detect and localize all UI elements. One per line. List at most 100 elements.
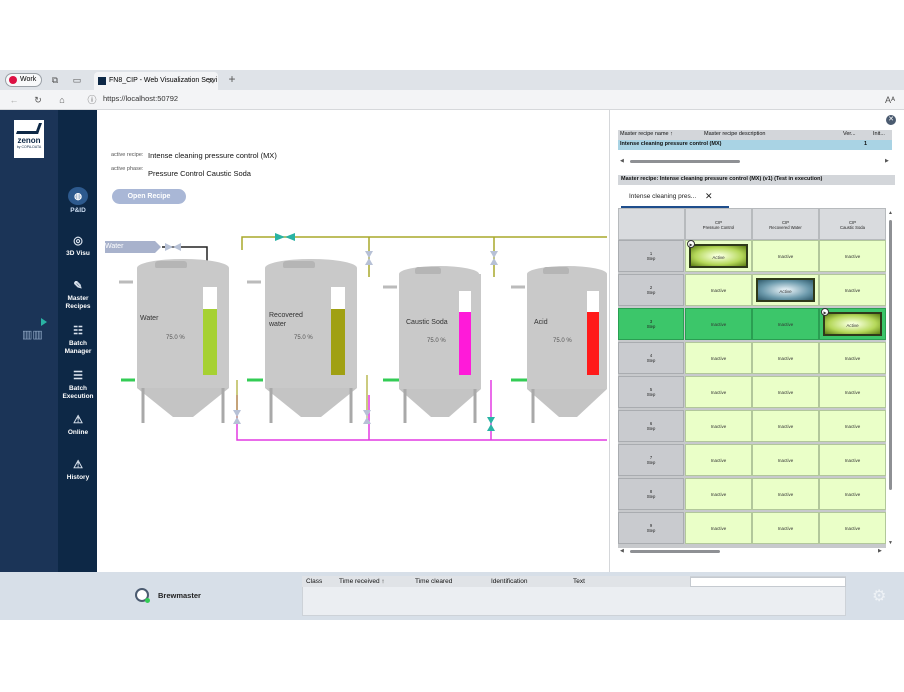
active-recipe-label: active recipe:	[111, 152, 144, 158]
profile-chip[interactable]: Work	[5, 73, 42, 87]
close-tab-icon[interactable]: ✕	[205, 74, 217, 88]
new-tab-icon[interactable]: +	[225, 72, 239, 86]
grid-cell[interactable]: Inactive	[752, 478, 819, 510]
col-header-version[interactable]: Ver...	[843, 131, 856, 137]
scroll-thumb[interactable]	[630, 160, 740, 163]
sidebar-item-batch-execution[interactable]: ☰ Batch Execution	[58, 370, 98, 401]
url-field[interactable]: https://localhost:50792	[103, 94, 178, 103]
user-avatar-icon[interactable]	[135, 588, 150, 603]
grid-cell[interactable]: Inactive	[685, 478, 752, 510]
alarm-filter-input[interactable]	[690, 577, 846, 587]
grid-row-header[interactable]: 6 Step	[618, 410, 684, 442]
open-recipe-button[interactable]: Open Recipe	[112, 189, 186, 204]
col-header-init[interactable]: Init...	[873, 131, 885, 137]
site-info-icon[interactable]: ⓘ	[86, 93, 98, 107]
active-step-box[interactable]: Active	[689, 244, 748, 268]
grid-cell[interactable]: Active ▶	[819, 308, 886, 340]
grid-cell[interactable]: Inactive	[685, 342, 752, 374]
vertical-scrollbar[interactable]: ▲ ▼	[887, 208, 894, 548]
sidebar-item-label: Batch Manager	[64, 340, 92, 355]
tab-actions-icon[interactable]: ⧉	[48, 73, 62, 87]
hscroll-thumb[interactable]	[630, 550, 720, 553]
close-tab-x-icon[interactable]: ✕	[705, 191, 713, 202]
grid-cell[interactable]: Inactive	[819, 342, 886, 374]
alarm-col-identification[interactable]: Identification	[491, 578, 528, 585]
vscroll-thumb[interactable]	[889, 220, 892, 490]
sidebar-item-online[interactable]: ⚠ Online	[58, 414, 98, 437]
username: Brewmaster	[158, 591, 201, 600]
grid-cell[interactable]: Inactive	[752, 444, 819, 476]
online-icon: ⚠	[73, 414, 83, 426]
read-aloud-icon[interactable]: Aᴬ	[883, 93, 897, 107]
collapse-arrow-icon[interactable]	[41, 318, 47, 326]
grid-row-header[interactable]: 5 Step	[618, 376, 684, 408]
hscroll-left-icon[interactable]: ◀	[620, 548, 624, 554]
grid-cell[interactable]: Inactive	[685, 274, 752, 306]
horizontal-scrollbar-top[interactable]: ◀ ▶	[618, 158, 892, 165]
alarm-col-time-cleared[interactable]: Time cleared	[415, 578, 452, 585]
vscroll-up-icon[interactable]: ▲	[888, 210, 893, 216]
sidebar-item-batch-manager[interactable]: ☷ Batch Manager	[58, 325, 98, 356]
active-step-box[interactable]: Active	[823, 312, 882, 336]
reload-icon[interactable]: ↻	[32, 93, 44, 107]
grid-row-header[interactable]: 8 Step	[618, 478, 684, 510]
grid-row-header[interactable]: 3 Step	[618, 308, 684, 340]
browser-tab-active[interactable]: FN8_CIP - Web Visualization Servi	[94, 72, 218, 90]
user-online-dot	[145, 598, 150, 603]
sidebar-item-pid[interactable]: ◍ P&ID	[58, 187, 98, 215]
grid-cell[interactable]: Inactive	[752, 410, 819, 442]
grid-row-header[interactable]: 9 Step	[618, 512, 684, 544]
vertical-tabs-icon[interactable]: ▭	[70, 73, 84, 87]
close-panel-icon[interactable]: ✕	[886, 115, 896, 125]
grid-cell[interactable]: Inactive	[685, 444, 752, 476]
grid-cell[interactable]: Inactive	[685, 512, 752, 544]
grid-cell[interactable]: Inactive	[752, 376, 819, 408]
grid-row-header[interactable]: 7 Step	[618, 444, 684, 476]
grid-row-header[interactable]: 1 Step	[618, 240, 684, 272]
sidebar-item-3d-visu[interactable]: ◎ 3D Visu	[58, 235, 98, 258]
alarm-col-time-received[interactable]: Time received ↑	[339, 578, 385, 585]
sidebar-item-history[interactable]: ⚠ History	[58, 459, 98, 482]
tab-recipe[interactable]: Intense cleaning pres... ✕	[621, 190, 729, 208]
alarm-col-class[interactable]: Class	[306, 578, 322, 585]
grid-cell[interactable]: Inactive	[819, 376, 886, 408]
grid-col-header-line2: Caustic Soda	[840, 225, 865, 230]
grid-cell[interactable]: Inactive	[752, 342, 819, 374]
grid-cell[interactable]: Inactive	[819, 274, 886, 306]
logo-text: zenon	[17, 136, 41, 145]
water-source-label: Water	[105, 243, 124, 250]
grid-cell[interactable]: Inactive	[752, 512, 819, 544]
active-recipe-value: Intense cleaning pressure control (MX)	[148, 151, 277, 160]
home-icon[interactable]: ⌂	[56, 93, 68, 107]
sidebar-item-master-recipes[interactable]: ✎ Master Recipes	[58, 280, 98, 311]
grid-cell[interactable]: Active ▶	[685, 240, 752, 272]
grid-cell[interactable]: Inactive	[685, 308, 752, 340]
active-step-box[interactable]: Active	[756, 278, 815, 302]
col-header-description[interactable]: Master recipe description	[704, 131, 765, 137]
sidebar-item-label: Master Recipes	[65, 295, 91, 310]
units-icon[interactable]: ▥▥	[22, 328, 43, 341]
grid-row-header[interactable]: 4 Step	[618, 342, 684, 374]
settings-gear-icon[interactable]: ⚙	[872, 586, 886, 606]
grid-row-header[interactable]: 2 Step	[618, 274, 684, 306]
sort-up-icon: ↑	[670, 131, 673, 137]
grid-cell[interactable]: Inactive	[685, 410, 752, 442]
grid-cell[interactable]: Inactive	[819, 240, 886, 272]
grid-cell[interactable]: Active	[752, 274, 819, 306]
grid-cell[interactable]: Inactive	[752, 240, 819, 272]
alarm-col-text[interactable]: Text	[573, 578, 585, 585]
scroll-right-icon[interactable]: ▶	[885, 158, 889, 164]
col-header-name[interactable]: Master recipe name ↑	[620, 131, 673, 137]
grid-cell[interactable]: Inactive	[819, 478, 886, 510]
horizontal-scrollbar-bottom[interactable]: ◀ ▶	[618, 548, 886, 555]
grid-cell[interactable]: Inactive	[685, 376, 752, 408]
vscroll-down-icon[interactable]: ▼	[888, 540, 893, 546]
hscroll-right-icon[interactable]: ▶	[878, 548, 882, 554]
grid-cell[interactable]: Inactive	[819, 410, 886, 442]
grid-cell[interactable]: Inactive	[752, 308, 819, 340]
scroll-left-icon[interactable]: ◀	[620, 158, 624, 164]
grid-cell[interactable]: Inactive	[819, 512, 886, 544]
valve-gray-4	[233, 410, 241, 424]
back-icon[interactable]: ←	[8, 93, 20, 107]
grid-cell[interactable]: Inactive	[819, 444, 886, 476]
